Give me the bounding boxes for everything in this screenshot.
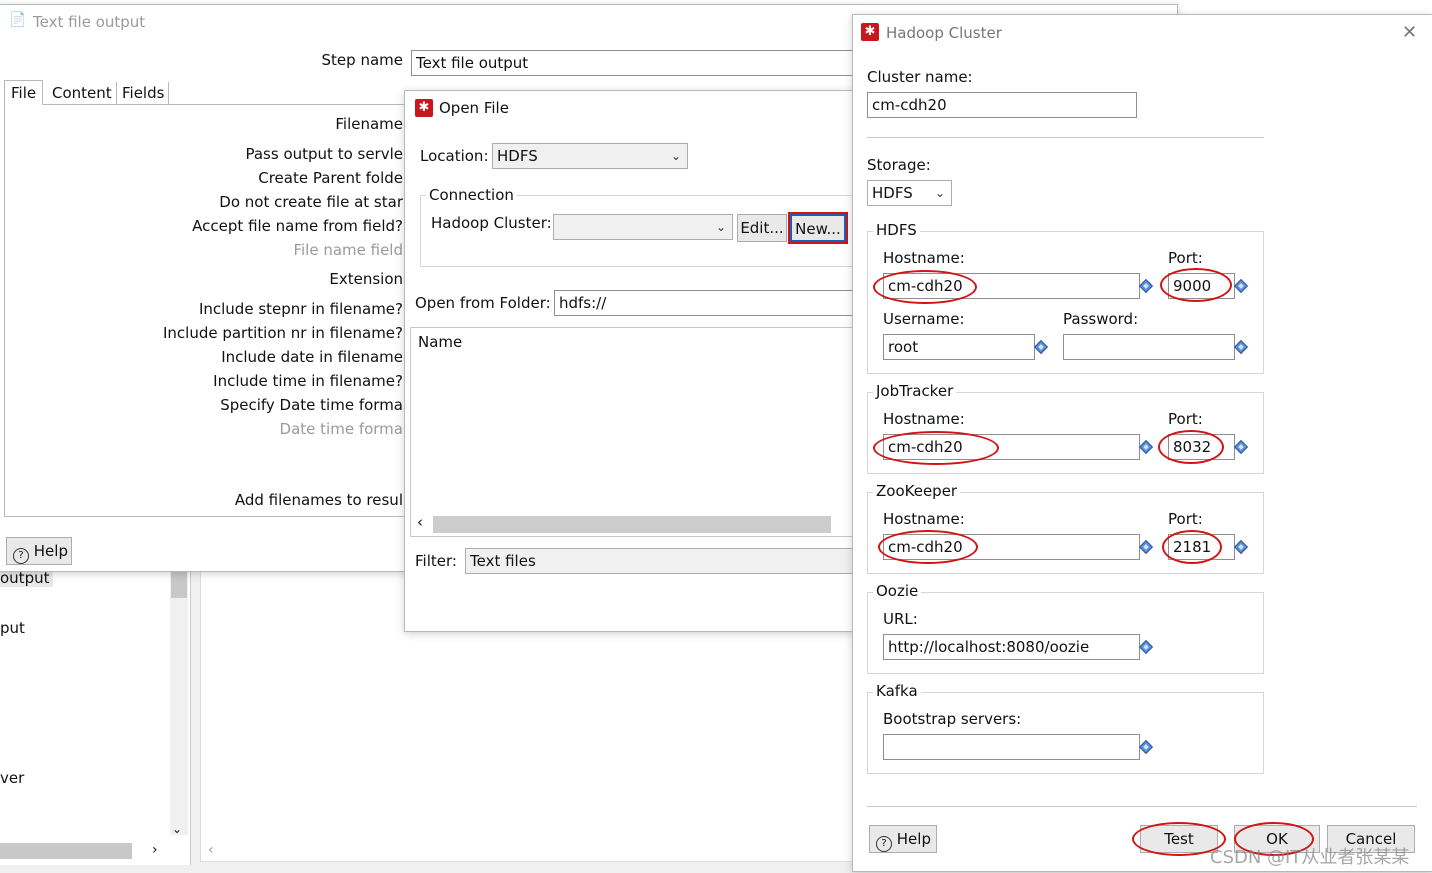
add-filenames-label: Add filenames to resul — [234, 491, 403, 509]
help-label: Help — [896, 830, 931, 848]
oozie-group — [867, 592, 1264, 674]
background-item[interactable]: ver — [0, 769, 24, 787]
divider — [867, 806, 1417, 807]
hdfs-password-label: Password: — [1063, 310, 1139, 328]
specify-date-label: Specify Date time forma — [220, 396, 403, 414]
step-name-input[interactable]: Text file output — [411, 50, 861, 76]
hdfs-port-label: Port: — [1168, 249, 1203, 267]
hadoop-cluster-select[interactable]: ⌄ — [553, 214, 733, 240]
extension-label: Extension — [329, 270, 403, 288]
test-button[interactable]: Test — [1140, 825, 1218, 853]
tab-content[interactable]: Content — [48, 82, 117, 104]
background-item[interactable]: put — [0, 619, 25, 637]
hdfs-hostname-input[interactable]: cm-cdh20 — [883, 273, 1140, 299]
tree-scroll-thumb[interactable] — [171, 570, 187, 598]
zookeeper-group — [867, 492, 1264, 574]
edit-button[interactable]: Edit... — [737, 214, 787, 242]
chevron-left-icon[interactable]: ‹ — [417, 513, 423, 531]
app-icon: ✱ — [415, 99, 433, 117]
storage-label: Storage: — [867, 156, 931, 174]
tree-scrollbar[interactable] — [170, 570, 188, 835]
chevron-down-icon: ⌄ — [715, 220, 726, 234]
name-column-header[interactable]: Name — [418, 333, 462, 351]
help-icon: ? — [13, 548, 29, 564]
filter-value: Text files — [470, 552, 536, 570]
do-not-create-label: Do not create file at star — [219, 193, 403, 211]
new-button[interactable]: New... — [788, 212, 848, 244]
hdfs-hostname-label: Hostname: — [883, 249, 965, 267]
chevron-left-icon[interactable]: ‹ — [208, 842, 214, 858]
jobtracker-group — [867, 392, 1264, 474]
hdfs-password-input[interactable] — [1063, 334, 1235, 360]
tab-fields[interactable]: Fields — [118, 82, 170, 104]
oozie-url-input[interactable]: http://localhost:8080/oozie — [883, 634, 1140, 660]
filter-label: Filter: — [415, 552, 457, 570]
location-label: Location: — [420, 147, 489, 165]
chevron-down-icon[interactable]: ⌄ — [172, 822, 182, 836]
zookeeper-hostname-label: Hostname: — [883, 510, 965, 528]
kafka-title: Kafka — [873, 682, 921, 700]
create-parent-label: Create Parent folde — [258, 169, 403, 187]
document-icon: 📄 — [9, 12, 27, 28]
help-icon: ? — [876, 836, 892, 852]
bootstrap-servers-label: Bootstrap servers: — [883, 710, 1022, 728]
include-time-label: Include time in filename? — [213, 372, 403, 390]
dialog-title: Text file output — [33, 13, 146, 31]
zookeeper-title: ZooKeeper — [873, 482, 961, 500]
file-list[interactable] — [410, 327, 860, 537]
location-select[interactable]: HDFS ⌄ — [492, 143, 688, 169]
zookeeper-hostname-input[interactable]: cm-cdh20 — [883, 534, 1140, 560]
folder-input[interactable]: hdfs:// — [554, 290, 859, 316]
hdfs-username-input[interactable]: root — [883, 334, 1035, 360]
include-stepnr-label: Include stepnr in filename? — [198, 300, 403, 318]
tree-hscrollbar[interactable] — [0, 843, 132, 859]
cluster-name-input[interactable]: cm-cdh20 — [867, 92, 1137, 118]
hdfs-username-label: Username: — [883, 310, 965, 328]
chevron-down-icon: ⌄ — [670, 149, 681, 163]
file-name-field-label: File name field — [293, 241, 403, 259]
connection-label: Connection — [426, 186, 517, 204]
jobtracker-port-input[interactable]: 8032 — [1168, 434, 1235, 460]
file-list-hscroll-thumb[interactable] — [433, 516, 831, 533]
hadoop-help-button[interactable]: ? Help — [869, 825, 937, 853]
divider — [867, 137, 1264, 138]
zookeeper-port-input[interactable]: 2181 — [1168, 534, 1235, 560]
chevron-right-icon[interactable]: › — [152, 842, 158, 858]
hdfs-title: HDFS — [873, 221, 920, 239]
background-tree-panel — [0, 560, 191, 865]
location-value: HDFS — [497, 147, 538, 165]
pass-output-label: Pass output to servle — [245, 145, 403, 163]
watermark: CSDN @IT从业者张某某 — [1210, 847, 1410, 868]
cluster-name-label: Cluster name: — [867, 68, 973, 86]
filter-select[interactable]: Text files — [465, 548, 860, 574]
app-icon: ✱ — [861, 23, 879, 41]
date-time-format-label: Date time forma — [279, 420, 403, 438]
jobtracker-title: JobTracker — [873, 382, 957, 400]
open-from-folder-label: Open from Folder: — [415, 294, 551, 312]
oozie-title: Oozie — [873, 582, 922, 600]
kafka-group — [867, 692, 1264, 774]
oozie-url-label: URL: — [883, 610, 918, 628]
help-button[interactable]: ? Help — [6, 537, 72, 565]
help-label: Help — [33, 542, 68, 560]
jobtracker-hostname-label: Hostname: — [883, 410, 965, 428]
accept-file-name-label: Accept file name from field? — [192, 217, 403, 235]
zookeeper-port-label: Port: — [1168, 510, 1203, 528]
include-date-label: Include date in filename — [221, 348, 403, 366]
include-partition-label: Include partition nr in filename? — [162, 324, 403, 342]
storage-select[interactable]: HDFS ⌄ — [867, 180, 952, 206]
filename-label: Filename — [335, 115, 403, 133]
jobtracker-hostname-input[interactable]: cm-cdh20 — [883, 434, 1140, 460]
close-icon[interactable]: ✕ — [1402, 22, 1417, 43]
tab-file[interactable]: File — [4, 80, 44, 105]
bootstrap-servers-input[interactable] — [883, 734, 1140, 760]
open-file-title: Open File — [439, 99, 509, 117]
hadoop-title: Hadoop Cluster — [886, 24, 1002, 42]
hdfs-port-input[interactable]: 9000 — [1168, 273, 1235, 299]
step-name-label: Step name — [321, 51, 403, 69]
jobtracker-port-label: Port: — [1168, 410, 1203, 428]
storage-value: HDFS — [872, 184, 913, 202]
chevron-down-icon: ⌄ — [934, 186, 945, 200]
hadoop-cluster-label: Hadoop Cluster: — [431, 214, 552, 232]
